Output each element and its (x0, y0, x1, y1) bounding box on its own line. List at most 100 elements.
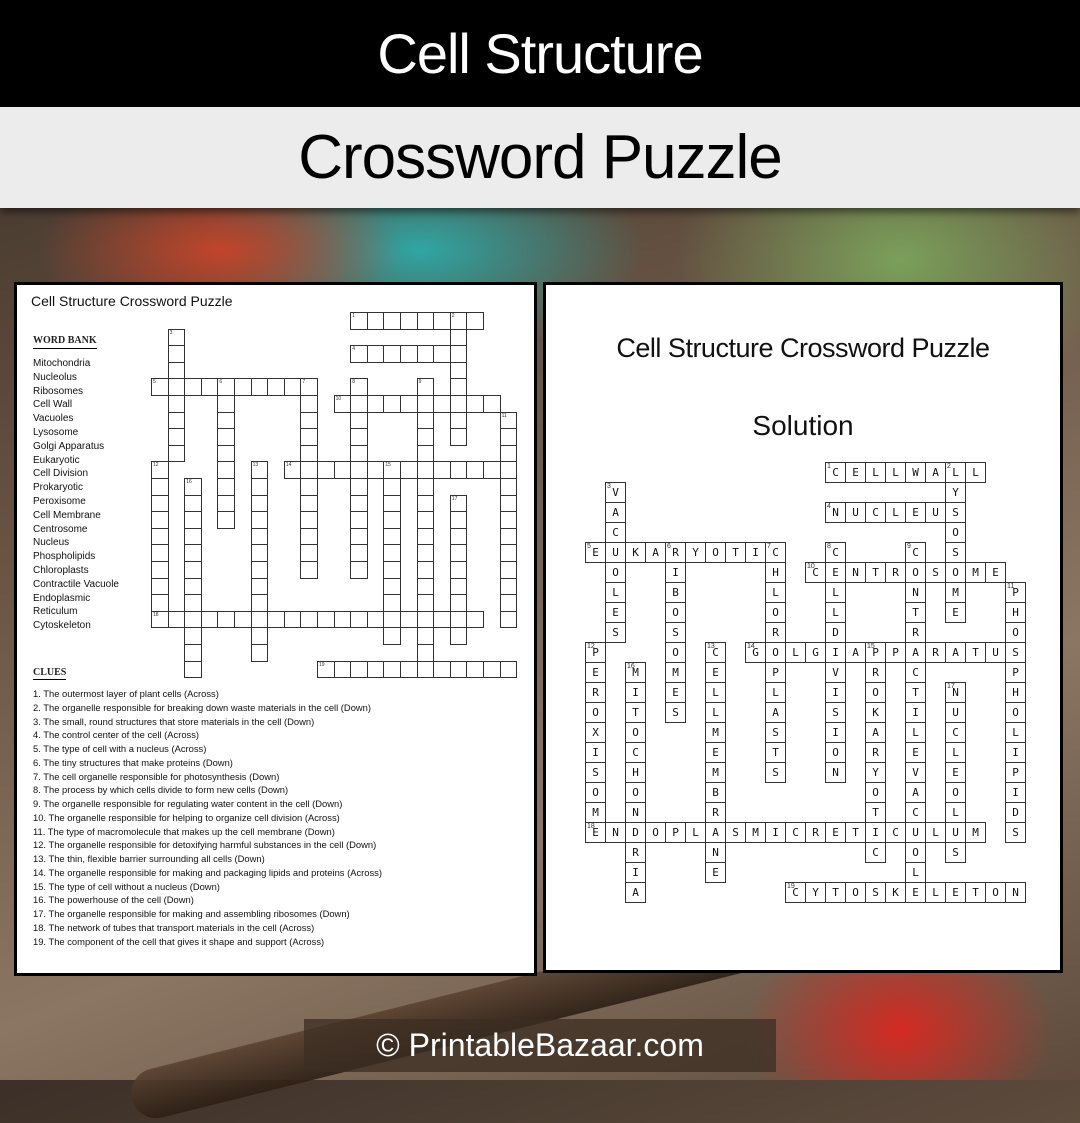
puzzle-cell[interactable] (449, 544, 468, 562)
puzzle-cell[interactable] (300, 461, 318, 479)
puzzle-cell[interactable] (499, 478, 518, 496)
puzzle-cell[interactable]: 13 (250, 461, 269, 479)
puzzle-cell[interactable] (217, 511, 235, 529)
puzzle-cell[interactable] (184, 610, 202, 629)
puzzle-cell[interactable] (416, 511, 435, 529)
puzzle-cell[interactable] (167, 378, 186, 396)
puzzle-cell[interactable] (466, 312, 484, 330)
puzzle-cell[interactable] (184, 544, 202, 562)
puzzle-cell[interactable] (151, 511, 169, 529)
puzzle-cell[interactable] (151, 577, 169, 596)
puzzle-cell[interactable]: 12 (151, 461, 169, 479)
puzzle-cell[interactable] (449, 610, 468, 629)
puzzle-cell[interactable] (350, 527, 368, 546)
puzzle-cell[interactable] (184, 527, 202, 546)
puzzle-cell[interactable] (350, 660, 368, 679)
puzzle-cell[interactable] (184, 494, 202, 513)
puzzle-cell[interactable] (250, 378, 269, 396)
puzzle-cell[interactable] (300, 444, 318, 463)
puzzle-cell[interactable] (416, 395, 435, 413)
puzzle-cell[interactable] (250, 494, 269, 513)
puzzle-cell[interactable] (200, 378, 219, 396)
puzzle-cell[interactable] (433, 312, 451, 330)
puzzle-cell[interactable] (300, 511, 318, 529)
puzzle-cell[interactable] (217, 428, 235, 446)
puzzle-cell[interactable] (250, 511, 269, 529)
puzzle-cell[interactable] (217, 494, 235, 513)
puzzle-cell[interactable] (283, 610, 302, 629)
puzzle-cell[interactable] (499, 511, 518, 529)
puzzle-cell[interactable] (433, 345, 451, 363)
puzzle-cell[interactable] (483, 395, 501, 413)
puzzle-cell[interactable] (383, 312, 401, 330)
puzzle-cell[interactable] (433, 461, 451, 479)
puzzle-cell[interactable] (300, 544, 318, 562)
puzzle-cell[interactable] (383, 610, 401, 629)
puzzle-cell[interactable] (400, 345, 418, 363)
puzzle-cell[interactable] (300, 561, 318, 579)
puzzle-cell[interactable] (499, 610, 518, 629)
puzzle-cell[interactable] (151, 594, 169, 612)
puzzle-cell[interactable] (499, 577, 518, 596)
puzzle-cell[interactable]: 6 (217, 378, 235, 396)
puzzle-cell[interactable] (217, 461, 235, 479)
puzzle-cell[interactable] (449, 428, 468, 446)
puzzle-cell[interactable] (184, 577, 202, 596)
puzzle-cell[interactable]: 18 (151, 610, 169, 629)
puzzle-cell[interactable] (250, 561, 269, 579)
puzzle-cell[interactable] (499, 527, 518, 546)
puzzle-cell[interactable] (317, 610, 335, 629)
puzzle-cell[interactable] (350, 478, 368, 496)
puzzle-cell[interactable] (151, 527, 169, 546)
puzzle-cell[interactable] (350, 444, 368, 463)
puzzle-cell[interactable] (449, 561, 468, 579)
puzzle-cell[interactable] (333, 461, 352, 479)
puzzle-cell[interactable] (333, 660, 352, 679)
puzzle-cell[interactable] (366, 660, 385, 679)
puzzle-cell[interactable] (416, 461, 435, 479)
puzzle-cell[interactable] (234, 378, 252, 396)
puzzle-cell[interactable] (449, 411, 468, 430)
puzzle-cell[interactable] (300, 411, 318, 430)
puzzle-cell[interactable] (300, 527, 318, 546)
puzzle-cell[interactable] (267, 378, 285, 396)
puzzle-cell[interactable] (283, 378, 302, 396)
puzzle-cell[interactable] (383, 594, 401, 612)
puzzle-cell[interactable] (383, 627, 401, 645)
puzzle-cell[interactable] (350, 461, 368, 479)
puzzle-cell[interactable] (416, 444, 435, 463)
puzzle-cell[interactable] (151, 561, 169, 579)
puzzle-cell[interactable] (416, 478, 435, 496)
puzzle-cell[interactable] (400, 461, 418, 479)
puzzle-cell[interactable] (466, 395, 484, 413)
puzzle-cell[interactable]: 19 (317, 660, 335, 679)
puzzle-cell[interactable] (350, 411, 368, 430)
puzzle-cell[interactable] (300, 610, 318, 629)
puzzle-cell[interactable] (416, 627, 435, 645)
puzzle-cell[interactable] (449, 328, 468, 347)
puzzle-cell[interactable] (499, 461, 518, 479)
puzzle-cell[interactable]: 15 (383, 461, 401, 479)
puzzle-cell[interactable] (416, 411, 435, 430)
puzzle-cell[interactable] (151, 478, 169, 496)
puzzle-cell[interactable] (499, 428, 518, 446)
puzzle-cell[interactable]: 9 (416, 378, 435, 396)
puzzle-cell[interactable] (416, 644, 435, 662)
puzzle-cell[interactable] (200, 610, 219, 629)
puzzle-cell[interactable] (151, 544, 169, 562)
puzzle-cell[interactable]: 17 (449, 494, 468, 513)
puzzle-cell[interactable] (333, 610, 352, 629)
puzzle-cell[interactable] (267, 610, 285, 629)
puzzle-cell[interactable] (416, 494, 435, 513)
puzzle-cell[interactable] (416, 594, 435, 612)
puzzle-cell[interactable] (167, 444, 186, 463)
puzzle-cell[interactable] (383, 577, 401, 596)
puzzle-cell[interactable]: 1 (350, 312, 368, 330)
puzzle-cell[interactable] (350, 395, 368, 413)
puzzle-cell[interactable] (184, 644, 202, 662)
puzzle-cell[interactable] (466, 610, 484, 629)
puzzle-cell[interactable] (250, 577, 269, 596)
puzzle-cell[interactable] (466, 660, 484, 679)
puzzle-cell[interactable] (366, 461, 385, 479)
puzzle-cell[interactable] (449, 361, 468, 380)
